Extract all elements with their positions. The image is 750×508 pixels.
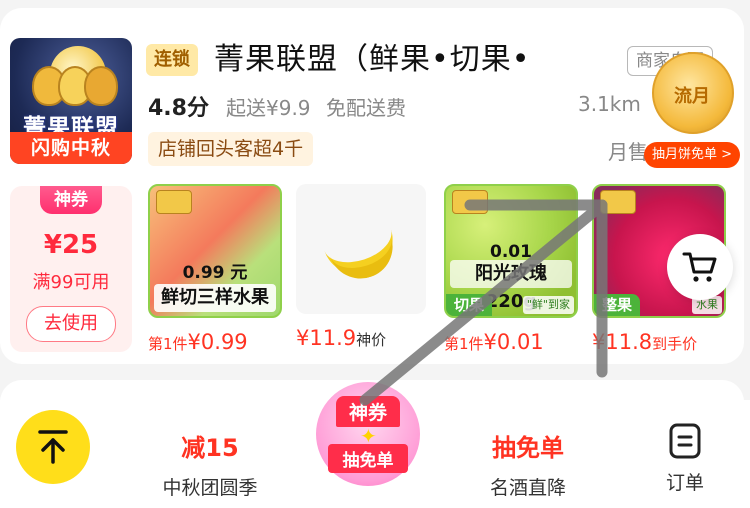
tab-label: 订单: [666, 472, 705, 494]
coupon-card[interactable]: 神券 ¥25 满99可用 去使用: [10, 186, 132, 352]
product-image[interactable]: 0.99 元 鲜切三样水果: [148, 184, 282, 318]
product-image[interactable]: [296, 184, 426, 314]
cart-button[interactable]: [667, 234, 733, 300]
store-name[interactable]: 菁果联盟（鲜果•切果•: [214, 34, 624, 78]
tab-promo-text: 减15: [181, 434, 239, 462]
bottom-tab-bar: 减15 中秋团圆季 神券 ✦ 抽免单 抽免单 名酒直降 订单: [0, 382, 750, 508]
store-card[interactable]: 菁果联盟 闪购中秋 连锁 菁果联盟（鲜果•切果• 商家自配 4.8分 起送¥9.…: [0, 8, 744, 364]
product-price: ¥11.9神价: [296, 326, 387, 350]
brand-mini-logo: [600, 190, 636, 214]
product-category-tag: 切果: [446, 294, 493, 316]
store-rating: 4.8分: [148, 96, 209, 121]
arrow-up-icon: [38, 430, 68, 464]
product-item[interactable]: 0.01 阳光玫瑰220g 切果 "鲜"到家 第1件¥0.01: [444, 184, 578, 354]
order-list-icon: [669, 423, 701, 459]
mooncake-promo[interactable]: 流月 抽月饼免单 >: [644, 52, 741, 174]
brand-mini-logo: [156, 190, 192, 214]
product-category-tag: 整果: [594, 294, 641, 316]
product-overlay-price: 0.01: [490, 242, 532, 262]
product-price: 第1件¥0.01: [444, 330, 544, 354]
min-order: 起送¥9.9: [226, 96, 311, 120]
cart-icon: [682, 252, 717, 282]
product-image[interactable]: 0.01 阳光玫瑰220g 切果 "鲜"到家: [444, 184, 578, 318]
center-label: 抽免单: [328, 444, 408, 473]
tab-label: 中秋团圆季: [162, 477, 258, 499]
fruit-mascot: [84, 66, 118, 106]
coupon-amount: ¥25: [43, 230, 99, 260]
delivery-fee: 免配送费: [326, 96, 406, 120]
use-coupon-button[interactable]: 去使用: [26, 306, 116, 342]
distance: 3.1km: [578, 92, 641, 116]
center-tag: 神券: [336, 396, 400, 427]
repeat-customers-tag: 店铺回头客超4千: [148, 132, 314, 166]
logo-banner: 闪购中秋: [10, 132, 132, 164]
product-item[interactable]: 0.99 元 鲜切三样水果 第1件¥0.99: [148, 184, 282, 354]
product-caption: 阳光玫瑰220g: [450, 260, 572, 312]
product-sub-tag: "鲜"到家: [522, 296, 574, 314]
mooncake-lottery-button[interactable]: 抽月饼免单 >: [644, 142, 741, 168]
product-price: 第1件¥0.99: [148, 330, 248, 354]
tab-mid-autumn[interactable]: 减15 中秋团圆季: [150, 428, 270, 500]
monthly-sales: 月售: [608, 140, 648, 164]
store-logo[interactable]: 菁果联盟 闪购中秋: [10, 38, 132, 164]
coupon-condition: 满99可用: [32, 272, 110, 293]
product-item[interactable]: ¥11.9神价: [296, 184, 426, 350]
product-caption: 鲜切三样水果: [154, 284, 276, 312]
free-order-lottery-button[interactable]: 神券 ✦ 抽免单: [316, 382, 420, 486]
chain-tag: 连锁: [146, 44, 198, 76]
tab-liquor-discount[interactable]: 抽免单 名酒直降: [468, 428, 588, 500]
mooncake-text: 流月: [674, 86, 710, 107]
product-overlay-price: 0.99 元: [182, 263, 248, 283]
product-price: ¥11.8到手价: [592, 330, 698, 354]
brand-mini-logo: [452, 190, 488, 214]
tab-label: 名酒直降: [489, 477, 566, 499]
tab-orders[interactable]: 订单: [666, 422, 704, 495]
coupon-tag: 神券: [40, 186, 102, 214]
scroll-top-button[interactable]: [16, 410, 90, 484]
tab-promo-text: 抽免单: [492, 434, 564, 462]
